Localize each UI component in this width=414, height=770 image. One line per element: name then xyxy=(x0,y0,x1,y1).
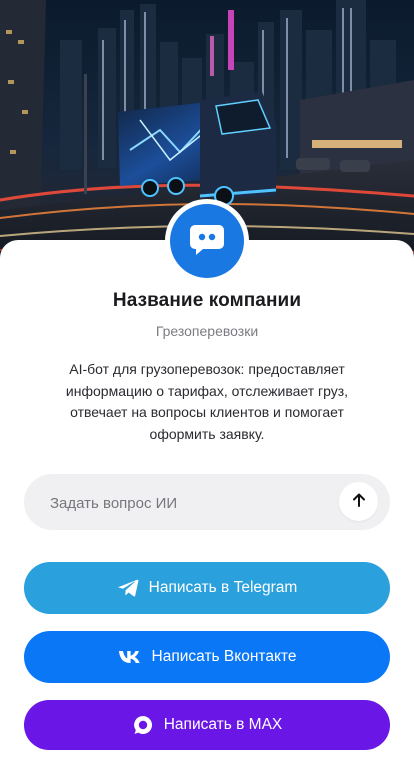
avatar xyxy=(165,199,249,283)
company-category: Грезоперевозки xyxy=(155,323,259,339)
write-telegram-label: Написать в Telegram xyxy=(148,579,298,596)
max-icon xyxy=(132,714,154,736)
ask-ai-field xyxy=(24,474,390,532)
company-description: AI-бот для грузоперевозок: предоставляет… xyxy=(65,361,349,442)
chat-bot-icon xyxy=(189,222,225,261)
vk-icon xyxy=(118,650,142,664)
write-vk-label: Написать Вконтакте xyxy=(151,648,297,665)
company-name: Название компании xyxy=(112,290,302,311)
write-max-label: Написать в MAX xyxy=(163,716,283,733)
ask-ai-input[interactable] xyxy=(48,474,342,532)
write-telegram-button[interactable]: Написать в Telegram xyxy=(24,562,390,614)
send-button[interactable] xyxy=(339,482,378,521)
arrow-up-icon xyxy=(351,492,367,511)
write-max-button[interactable]: Написать в MAX xyxy=(24,700,390,750)
write-vk-button[interactable]: Написать Вконтакте xyxy=(24,631,390,683)
telegram-icon xyxy=(116,579,139,597)
avatar-circle xyxy=(170,204,244,278)
